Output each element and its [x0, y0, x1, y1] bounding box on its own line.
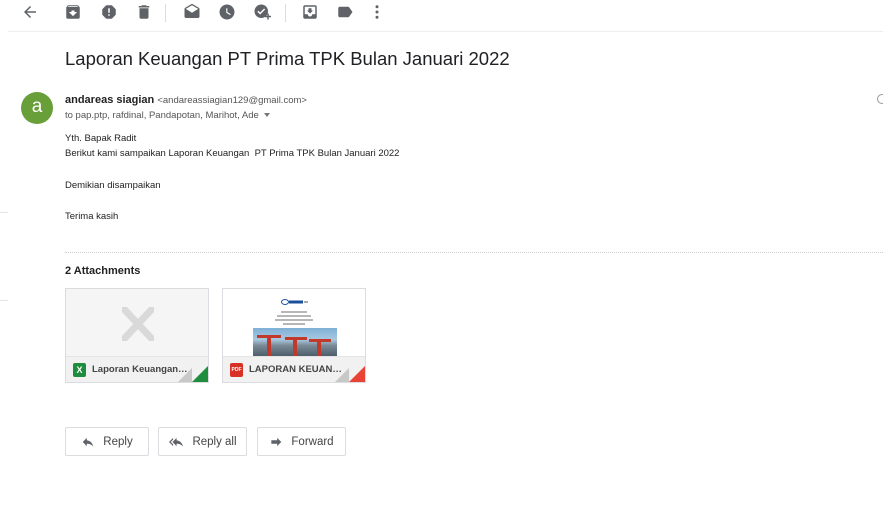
add-to-tasks-icon[interactable] [253, 3, 271, 21]
reply-all-button[interactable]: Reply all [158, 427, 247, 456]
avatar-letter: a [31, 96, 43, 117]
document-text-line [281, 311, 307, 313]
pdf-preview-thumbnail [223, 289, 365, 357]
body-greeting: Yth. Bapak Radit [65, 133, 137, 144]
page-fold-shape [335, 368, 349, 382]
back-arrow-icon[interactable] [21, 3, 39, 21]
attachment-card-xlsx[interactable]: X Laporan Keuangan ... [65, 288, 209, 383]
attachment-card-pdf[interactable]: PDF LAPORAN KEUANG... [222, 288, 366, 383]
label-icon[interactable] [336, 3, 354, 21]
excel-file-icon: X [73, 363, 86, 377]
toolbar-divider [285, 4, 286, 22]
crane-shape [285, 337, 307, 340]
edge-divider [0, 212, 8, 213]
forward-icon [271, 437, 282, 446]
reply-label: Reply [103, 435, 133, 448]
crane-shape [293, 337, 297, 357]
port-photo-image [253, 328, 337, 357]
file-type-corner [192, 366, 208, 382]
toolbar-divider [165, 4, 166, 22]
attachment-footer: X Laporan Keuangan ... [66, 356, 208, 382]
reply-all-icon [169, 437, 184, 447]
email-toolbar [0, 0, 883, 28]
delete-icon[interactable] [135, 3, 153, 21]
forward-button[interactable]: Forward [257, 427, 346, 456]
body-closing: Demikian disampaikan [65, 180, 161, 191]
reply-all-label: Reply all [192, 435, 237, 448]
reply-button[interactable]: Reply [65, 427, 149, 456]
archive-icon[interactable] [64, 3, 82, 21]
chevron-down-icon[interactable] [263, 113, 270, 118]
document-text-line [275, 319, 313, 321]
attachments-heading: 2 Attachments [65, 265, 141, 277]
company-logo-icon [281, 299, 308, 305]
document-text-line [283, 323, 305, 325]
page-fold-shape [178, 368, 192, 382]
crane-shape [309, 339, 331, 342]
reply-icon [83, 437, 94, 447]
file-type-corner [349, 366, 365, 382]
mark-unread-icon[interactable] [183, 3, 201, 21]
sender-name[interactable]: andareas siagian [65, 94, 154, 106]
pdf-file-icon: PDF [230, 363, 243, 377]
more-icon[interactable] [368, 3, 386, 21]
excel-placeholder-icon [122, 307, 154, 341]
avatar[interactable]: a [21, 92, 53, 124]
attachment-footer: PDF LAPORAN KEUANG... [223, 356, 365, 382]
recipients-text: to pap.ptp, rafdinal, Pandapotan, Mariho… [65, 110, 259, 121]
email-subject: Laporan Keuangan PT Prima TPK Bulan Janu… [65, 48, 510, 69]
edge-divider [0, 300, 8, 301]
snooze-icon[interactable] [218, 3, 236, 21]
attachment-thumbnail [66, 289, 208, 357]
sender-email: <andareassiagian129@gmail.com> [157, 95, 307, 106]
body-text: Berikut kami sampaikan Laporan Keuangan … [65, 148, 400, 159]
report-spam-icon[interactable] [100, 3, 118, 21]
sender-line: andareas siagian <andareassiagian129@gma… [65, 94, 307, 106]
crane-shape [267, 335, 271, 357]
message-options-icon[interactable] [877, 94, 883, 104]
attachment-name: LAPORAN KEUANG... [249, 364, 345, 375]
recipients-line: to pap.ptp, rafdinal, Pandapotan, Mariho… [65, 110, 270, 121]
forward-label: Forward [291, 435, 334, 448]
attachments-divider [65, 252, 883, 253]
document-text-line [277, 315, 311, 317]
move-to-icon[interactable] [301, 3, 319, 21]
body-signoff: Terima kasih [65, 211, 119, 222]
crane-shape [257, 335, 281, 338]
toolbar-divider-line [8, 31, 883, 32]
attachment-name: Laporan Keuangan ... [92, 364, 188, 375]
